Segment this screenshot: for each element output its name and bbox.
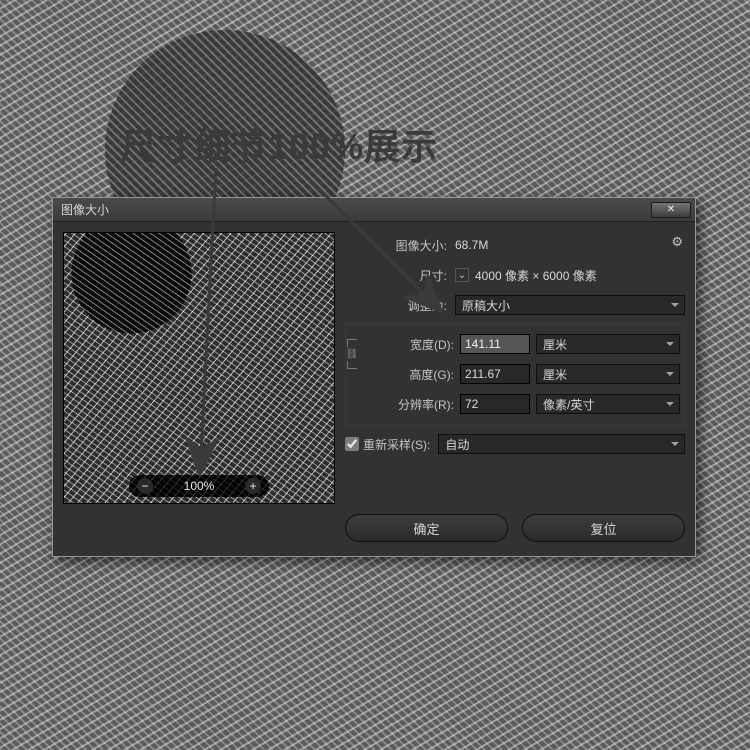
resolution-unit-select[interactable]: 像素/英寸: [536, 394, 680, 414]
resolution-label: 分辨率(R):: [368, 396, 460, 413]
resample-label-text: 重新采样(S):: [363, 436, 430, 453]
resample-select[interactable]: 自动: [438, 434, 685, 454]
constrain-link[interactable]: ⛓: [344, 339, 360, 389]
width-label: 宽度(D):: [368, 336, 460, 353]
dimensions-highlight-box: ⛓ 宽度(D): 厘米 高度(G):: [345, 324, 685, 426]
fit-to-select[interactable]: 原稿大小: [455, 295, 685, 315]
zoom-in-button[interactable]: +: [245, 478, 261, 494]
width-unit-value: 厘米: [543, 336, 567, 353]
height-input[interactable]: [460, 364, 530, 384]
link-icon: ⛓: [345, 347, 359, 361]
resample-label: 重新采样(S):: [345, 436, 438, 453]
zoom-out-button[interactable]: −: [137, 478, 153, 494]
resolution-unit-value: 像素/英寸: [543, 396, 594, 413]
width-unit-select[interactable]: 厘米: [536, 334, 680, 354]
zoom-value: 100%: [184, 479, 215, 493]
gear-icon[interactable]: ⚙: [671, 234, 683, 250]
height-unit-value: 厘米: [543, 366, 567, 383]
ok-button[interactable]: 确定: [345, 514, 508, 542]
width-input[interactable]: [460, 334, 530, 354]
height-label: 高度(G):: [368, 366, 460, 383]
resample-value: 自动: [445, 436, 469, 453]
height-unit-select[interactable]: 厘米: [536, 364, 680, 384]
dimensions-dropdown-icon[interactable]: ⌄: [455, 268, 469, 282]
annotation-text: 尺寸细节100%展示: [120, 118, 438, 170]
preview-image: − 100% +: [63, 232, 335, 504]
image-size-dialog: 图像大小 ✕ − 100% + ⚙ 图像大小: 68.7M: [52, 197, 696, 557]
dimensions-label: 尺寸:: [345, 267, 455, 284]
resample-checkbox[interactable]: [345, 437, 359, 451]
zoom-bar: − 100% +: [129, 475, 269, 497]
dialog-titlebar: 图像大小 ✕: [53, 198, 695, 222]
dimensions-value: 4000 像素 × 6000 像素: [475, 267, 597, 284]
resolution-input[interactable]: [460, 394, 530, 414]
fit-to-label: 调整为:: [345, 297, 455, 314]
reset-button[interactable]: 复位: [522, 514, 685, 542]
close-button[interactable]: ✕: [651, 202, 691, 218]
dialog-title: 图像大小: [61, 201, 109, 218]
fit-to-value: 原稿大小: [462, 297, 510, 314]
image-size-value: 68.7M: [455, 238, 488, 252]
image-size-label: 图像大小:: [345, 237, 455, 254]
